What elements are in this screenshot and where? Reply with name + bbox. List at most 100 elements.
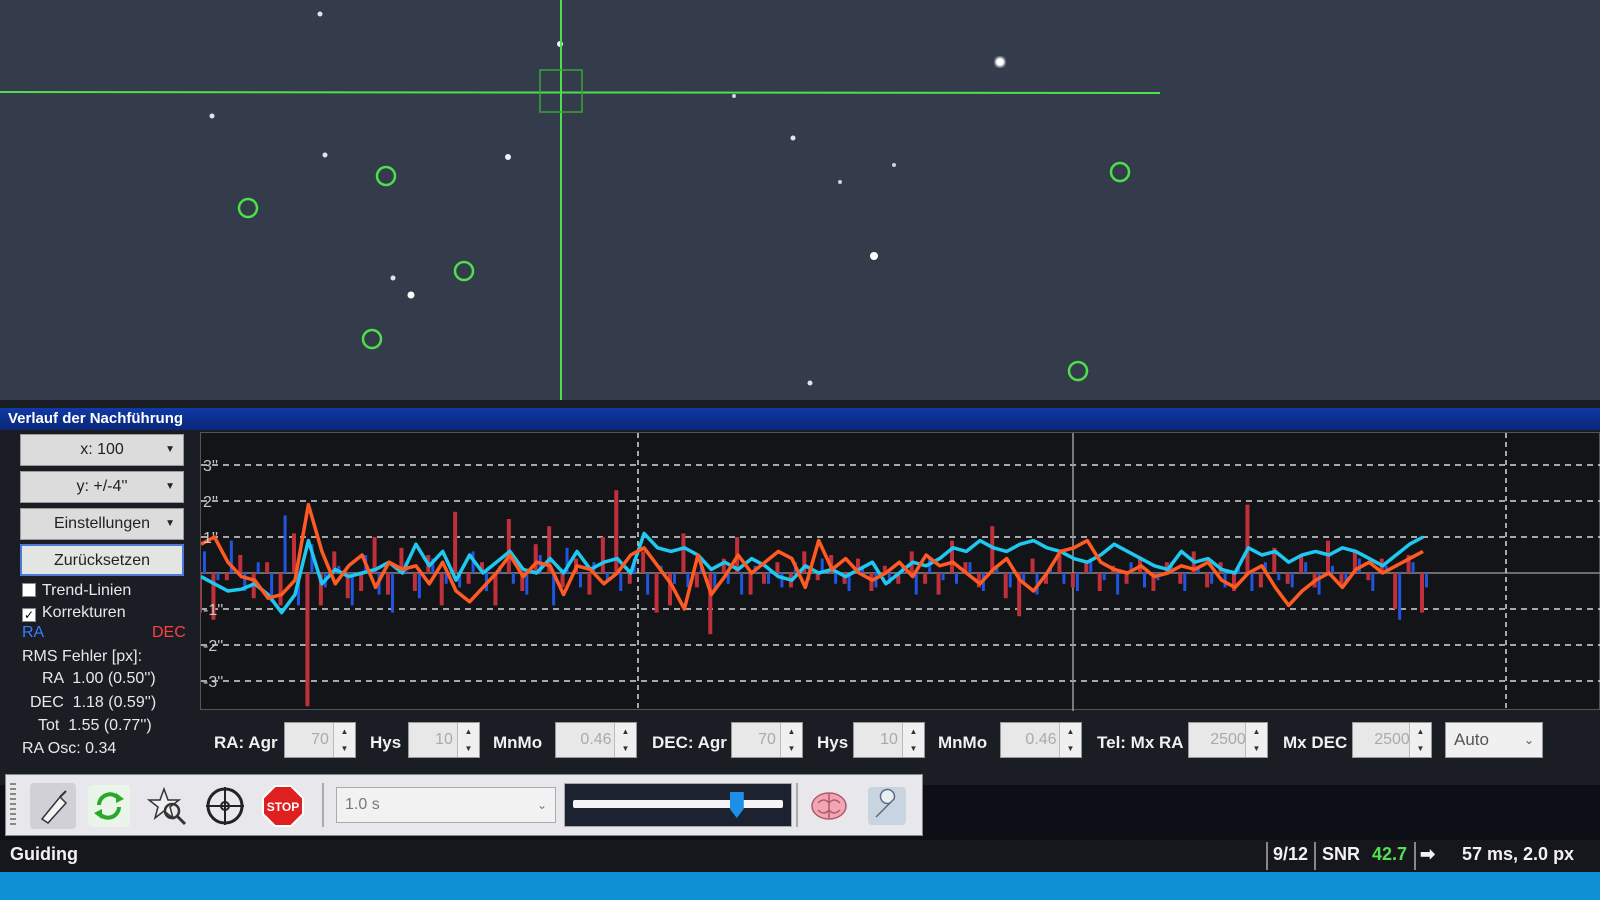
chevron-down-icon: ▼: [165, 518, 175, 529]
ra-correction-bar: [350, 573, 354, 606]
star-count: 9/12: [1273, 844, 1309, 864]
chevron-down-icon: ▼: [165, 481, 175, 492]
panel-title: Verlauf der Nachführung: [0, 408, 1600, 430]
spin-arrows-icon[interactable]: ▲ ▼: [902, 723, 924, 757]
guide-camera-view[interactable]: [0, 0, 1600, 400]
spin-arrows-icon[interactable]: ▲ ▼: [614, 723, 636, 757]
mx-dec-spinner[interactable]: 2500 ▲ ▼: [1352, 722, 1432, 758]
dec-correction-bar: [587, 573, 592, 595]
y-scale-dropdown[interactable]: y: +/-4'' ▼: [20, 471, 184, 503]
loop-exposure-button[interactable]: [86, 783, 132, 829]
ra-correction-bar: [834, 573, 838, 584]
spin-arrows-icon[interactable]: ▲ ▼: [1059, 723, 1081, 757]
ra-agr-spinner[interactable]: 70 ▲ ▼: [284, 722, 356, 758]
spin-arrows-icon[interactable]: ▲ ▼: [457, 723, 479, 757]
dec-hys-label: Hys: [817, 733, 849, 752]
gamma-slider[interactable]: [564, 783, 792, 827]
ra-correction-bar: [1425, 573, 1428, 588]
dec-correction-bar: [439, 573, 444, 606]
star: [838, 180, 842, 184]
dec-correction-bar: [641, 551, 646, 573]
dec-mode-select[interactable]: Auto ⌄: [1445, 722, 1543, 758]
reset-button[interactable]: Zurücksetzen: [20, 544, 184, 576]
wrench-icon: [868, 787, 906, 825]
check-icon: ✓: [22, 608, 36, 622]
star: [407, 291, 415, 299]
spin-arrows-icon[interactable]: ▲ ▼: [1409, 723, 1431, 757]
tools-button[interactable]: [864, 783, 910, 829]
dec-correction-bar: [1097, 573, 1102, 591]
slider-track: [573, 800, 783, 808]
ra-correction-bar: [283, 515, 287, 573]
ra-correction-bar: [619, 573, 623, 591]
ra-correction-bar: [955, 573, 958, 584]
ra-correction-bar: [1102, 573, 1106, 581]
dec-correction-bar: [278, 573, 283, 606]
ra-correction-bar: [1411, 562, 1415, 573]
star-marker: [453, 260, 475, 282]
advanced-settings-button[interactable]: [806, 783, 852, 829]
status-divider: [1314, 842, 1316, 870]
spin-arrows-icon[interactable]: ▲ ▼: [333, 723, 355, 757]
ra-hys-value: 10: [435, 731, 453, 748]
dec-agr-label: DEC: Agr: [652, 733, 727, 752]
settings-dropdown[interactable]: Einstellungen ▼: [20, 508, 184, 540]
dec-correction-bar: [654, 573, 659, 613]
star-marker: [237, 197, 259, 219]
dec-correction-bar: [936, 573, 941, 595]
dec-correction-bar: [1285, 573, 1290, 584]
guide-graph[interactable]: 3'' 2'' 1'' -1'' -2'' -3'': [200, 432, 1600, 711]
ra-correction-bar: [914, 573, 918, 595]
dec-mnmo-spinner[interactable]: 0.46 ▲ ▼: [1000, 722, 1082, 758]
ra-mnmo-spinner[interactable]: 0.46 ▲ ▼: [555, 722, 637, 758]
reticle: [0, 0, 1161, 400]
dec-agr-spinner[interactable]: 70 ▲ ▼: [731, 722, 803, 758]
exposure-duration-select[interactable]: 1.0 s ⌄: [336, 787, 556, 823]
tel-mx-ra-label: Tel: Mx RA: [1097, 733, 1184, 752]
x-scale-label: x: 100: [80, 441, 124, 458]
guide-button[interactable]: [202, 783, 248, 829]
multi-star-markers: [237, 161, 1131, 382]
star-marker: [361, 328, 383, 350]
ra-correction-bar: [1250, 573, 1254, 591]
dec-correction-bar: [1339, 573, 1344, 584]
y-tick-label: 2'': [203, 494, 218, 511]
dec-correction-bar: [224, 573, 229, 581]
rms-ra: RA 1.00 (0.50''): [42, 670, 156, 687]
ra-correction-bar: [216, 573, 220, 581]
rms-tot: Tot 1.55 (0.77''): [38, 717, 152, 734]
ra-correction-bar: [1398, 573, 1402, 620]
corrections-checkbox[interactable]: ✓ Korrekturen: [22, 603, 126, 623]
dec-correction-bar: [694, 573, 699, 588]
ra-correction-bar: [780, 573, 784, 588]
dec-correction-bar: [386, 573, 390, 595]
connect-equipment-button[interactable]: [30, 783, 76, 829]
spin-arrows-icon[interactable]: ▲ ▼: [1245, 723, 1267, 757]
stop-button[interactable]: STOP: [260, 783, 306, 829]
ra-correction-bar: [1290, 573, 1294, 588]
dec-correction-bar: [681, 533, 686, 573]
auto-select-star-button[interactable]: [144, 783, 190, 829]
corrections-label: Korrekturen: [42, 604, 126, 621]
y-tick-label: 3'': [203, 458, 218, 475]
ra-correction-bar: [1331, 565, 1334, 573]
toolbar-grip[interactable]: [10, 783, 16, 827]
y-tick-label: -1'': [203, 602, 223, 619]
crosshair-horizontal: [0, 91, 1161, 94]
ra-correction-bar: [1116, 573, 1120, 595]
dec-correction-bar: [1258, 573, 1263, 588]
x-scale-dropdown[interactable]: x: 100 ▼: [20, 434, 184, 466]
dec-hys-spinner[interactable]: 10 ▲ ▼: [853, 722, 925, 758]
ra-correction-bar: [1143, 573, 1146, 588]
status-divider: [1414, 842, 1416, 870]
y-tick-label: -2'': [203, 638, 223, 655]
tel-mx-ra-spinner[interactable]: 2500 ▲ ▼: [1188, 722, 1268, 758]
camera-image: [0, 0, 1161, 400]
dec-agr-value: 70: [758, 731, 776, 748]
ra-hys-spinner[interactable]: 10 ▲ ▼: [408, 722, 480, 758]
dec-correction-bar: [265, 562, 270, 573]
spin-arrows-icon[interactable]: ▲ ▼: [780, 723, 802, 757]
slider-thumb[interactable]: [729, 792, 744, 818]
trend-lines-checkbox[interactable]: Trend-Linien: [22, 581, 131, 601]
legend-dec: DEC: [152, 624, 186, 641]
